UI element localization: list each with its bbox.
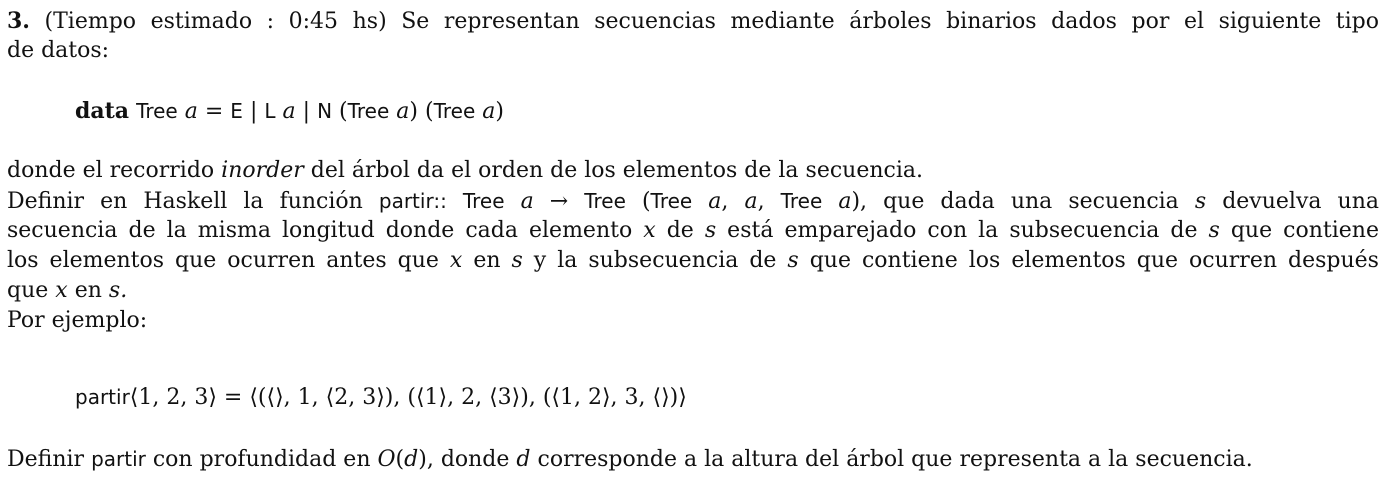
type-var: a xyxy=(282,99,296,124)
text-run: en xyxy=(74,278,102,303)
text-run: los elementos que ocurren antes que xyxy=(7,248,439,273)
type-var: a xyxy=(184,99,198,124)
math-var: d xyxy=(516,447,531,472)
problem-statement-line-1: 3. (Tiempo estimado : 0:45 hs) Se repres… xyxy=(7,6,1379,36)
text-run: de xyxy=(666,218,694,243)
problem-statement-line-2: de datos: xyxy=(7,38,110,63)
example-formula: partir⟨1, 2, 3⟩ = ⟨(⟨⟩, 1, ⟨2, 3⟩), (⟨1⟩… xyxy=(75,382,687,412)
equals-sign: = xyxy=(204,99,224,124)
final-instruction: Definir partir con profundidad en O(d), … xyxy=(7,444,1253,474)
text-run: y la subsecuencia de xyxy=(533,248,777,273)
separator-bar: | xyxy=(249,99,258,124)
type-var: a xyxy=(482,99,496,124)
type-name: Tree xyxy=(136,99,178,123)
paragraph-line-6: Por ejemplo: xyxy=(7,308,148,333)
exercise-page: 3. (Tiempo estimado : 0:45 hs) Se repres… xyxy=(7,0,1379,478)
text-run: Definir xyxy=(7,447,85,472)
paragraph-line-1: donde el recorrido inorder del árbol da … xyxy=(7,156,923,186)
paragraph-line-5: que x en s. xyxy=(7,276,127,306)
math-var: s xyxy=(704,218,717,243)
text-run: que contiene los elementos que ocurren d… xyxy=(809,248,1379,273)
math-var: s xyxy=(787,248,799,273)
big-o: O xyxy=(377,447,396,472)
paren: ) xyxy=(495,99,504,124)
type-name: Tree xyxy=(584,189,626,213)
text-run: que xyxy=(7,278,49,303)
problem-number: 3. xyxy=(7,8,30,34)
constructor-n: N xyxy=(317,99,333,123)
arrow-symbol: → xyxy=(549,189,569,214)
type-name: Tree xyxy=(650,189,693,213)
math-var: s xyxy=(1208,218,1220,243)
type-name: Tree xyxy=(433,99,476,123)
math-var: x xyxy=(643,218,656,243)
separator-bar: | xyxy=(302,99,311,124)
comma: , xyxy=(757,189,765,214)
comma: , xyxy=(721,189,729,214)
paren: ( xyxy=(425,99,434,124)
paragraph-line-3: secuencia de la misma longitud donde cad… xyxy=(7,216,1379,246)
paragraph-line-4: los elementos que ocurren antes que x en… xyxy=(7,246,1379,276)
math-var: d xyxy=(404,447,419,472)
data-keyword: data xyxy=(75,98,130,124)
math-var: x xyxy=(55,278,68,303)
math-var: s xyxy=(1194,189,1207,214)
type-name: Tree xyxy=(462,189,505,213)
text-run: con profundidad en xyxy=(152,447,371,472)
text-run: que contiene xyxy=(1230,218,1379,243)
text-run: donde el recorrido xyxy=(7,158,215,183)
type-signature-colons: :: xyxy=(433,189,447,213)
type-var: a xyxy=(744,189,758,214)
constructor-l: L xyxy=(264,99,276,123)
inorder-term: inorder xyxy=(221,158,304,183)
paren: ( xyxy=(641,189,651,214)
type-var: a xyxy=(520,189,534,214)
type-name: Tree xyxy=(347,99,390,123)
type-var: a xyxy=(708,189,722,214)
problem-intro-text: (Tiempo estimado : 0:45 hs) Se represent… xyxy=(44,9,1379,34)
text-run: en xyxy=(473,248,501,273)
paren: ), xyxy=(851,189,868,214)
datatype-definition: data Tree a = E | L a | N (Tree a) (Tree… xyxy=(75,96,504,126)
type-name: Tree xyxy=(780,189,823,213)
paren: ) xyxy=(409,99,419,124)
math-var: x xyxy=(449,248,463,273)
paren: ( xyxy=(339,99,348,124)
text-run: que dada una secuencia xyxy=(883,189,1179,214)
paragraph-line-2: Definir en Haskell la función partir:: T… xyxy=(7,186,1379,216)
paren: ( xyxy=(395,447,405,472)
text-run: está emparejado con la subsecuencia de xyxy=(727,218,1198,243)
type-var: a xyxy=(838,189,852,214)
math-var: s. xyxy=(108,278,128,303)
text-run: donde xyxy=(440,447,510,472)
text-run: Definir en Haskell la función xyxy=(7,189,363,214)
text-run: corresponde a la altura del árbol que re… xyxy=(537,447,1253,472)
text-run: del árbol da el orden de los elementos d… xyxy=(310,158,923,183)
text-run: secuencia de la misma longitud donde cad… xyxy=(7,218,633,243)
text-run: devuelva una xyxy=(1222,189,1379,214)
formula-body: ⟨1, 2, 3⟩ = ⟨(⟨⟩, 1, ⟨2, 3⟩), (⟨1⟩, 2, ⟨… xyxy=(129,385,687,410)
math-var: s xyxy=(511,248,523,273)
type-var: a xyxy=(396,99,410,124)
function-name: partir xyxy=(75,385,130,409)
constructor-e: E xyxy=(230,99,243,123)
paren: ), xyxy=(418,447,434,472)
function-name: partir xyxy=(91,447,146,471)
function-name: partir xyxy=(378,189,434,213)
